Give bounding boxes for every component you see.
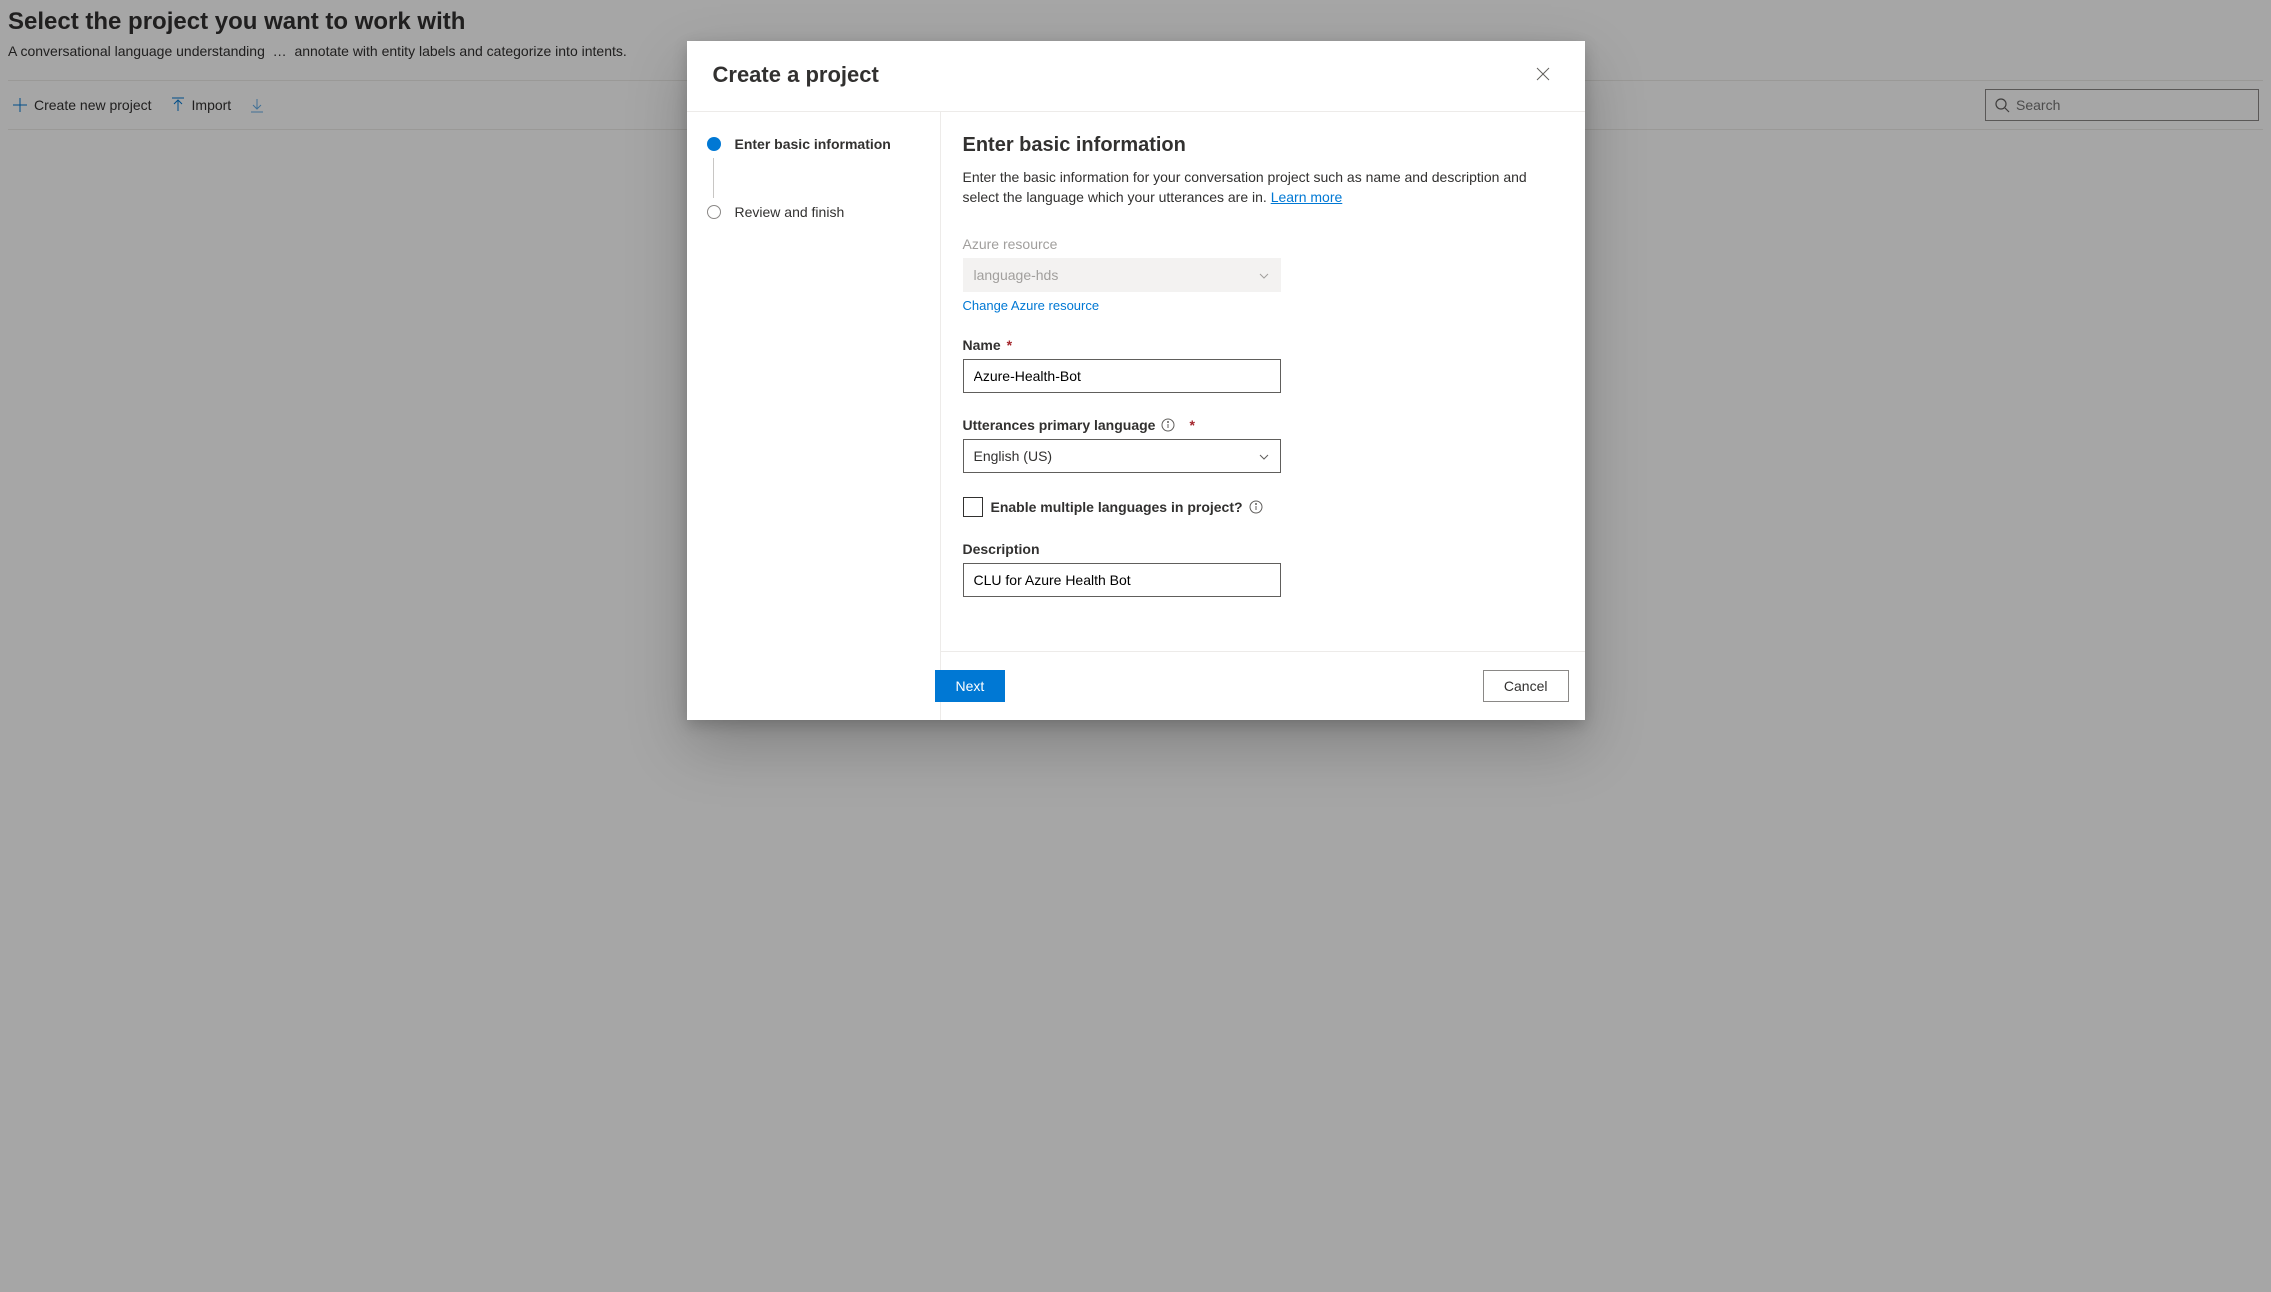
language-select[interactable]: English (US): [963, 439, 1281, 473]
azure-resource-select: language-hds: [963, 258, 1281, 292]
step-review[interactable]: Review and finish: [707, 204, 920, 220]
required-asterisk: *: [1007, 337, 1012, 353]
dialog-body: Enter basic information Review and finis…: [687, 111, 1585, 720]
form-scroll: Enter basic information Enter the basic …: [941, 112, 1585, 651]
multi-language-label-text: Enable multiple languages in project?: [991, 499, 1243, 515]
language-label-text: Utterances primary language: [963, 417, 1156, 433]
form-area: Enter basic information Enter the basic …: [941, 112, 1585, 720]
info-icon[interactable]: [1161, 418, 1175, 432]
step-connector: [713, 158, 714, 198]
name-input[interactable]: [974, 360, 1270, 392]
name-label-text: Name: [963, 337, 1001, 353]
next-button[interactable]: Next: [935, 670, 1006, 702]
step-enter-basic-label: Enter basic information: [735, 136, 891, 152]
azure-resource-label: Azure resource: [963, 236, 1281, 252]
modal-overlay: Create a project Enter basic information…: [0, 0, 2271, 1292]
create-project-dialog: Create a project Enter basic information…: [687, 41, 1585, 720]
learn-more-link[interactable]: Learn more: [1271, 189, 1343, 205]
azure-resource-group: Azure resource language-hds Change Azure…: [963, 236, 1281, 313]
dialog-title: Create a project: [713, 62, 879, 88]
step-dot-inactive-icon: [707, 205, 721, 219]
description-group: Description: [963, 541, 1281, 597]
name-label: Name *: [963, 337, 1281, 353]
chevron-down-icon: [1258, 269, 1270, 281]
close-button[interactable]: [1527, 59, 1559, 91]
info-icon[interactable]: [1249, 500, 1263, 514]
language-group: Utterances primary language * English (U…: [963, 417, 1281, 473]
multi-language-checkbox[interactable]: [963, 497, 983, 517]
name-input-wrap: [963, 359, 1281, 393]
required-asterisk: *: [1189, 417, 1194, 433]
name-group: Name *: [963, 337, 1281, 393]
wizard-steps: Enter basic information Review and finis…: [687, 112, 941, 720]
form-heading: Enter basic information: [963, 134, 1563, 157]
azure-resource-value: language-hds: [974, 267, 1059, 283]
language-label: Utterances primary language *: [963, 417, 1281, 433]
step-review-label: Review and finish: [735, 204, 845, 220]
form-intro-text: Enter the basic information for your con…: [963, 169, 1527, 205]
chevron-down-icon: [1258, 450, 1270, 462]
description-input[interactable]: [974, 564, 1270, 596]
description-input-wrap: [963, 563, 1281, 597]
description-label: Description: [963, 541, 1281, 557]
multi-language-label: Enable multiple languages in project?: [991, 499, 1263, 515]
change-azure-resource-link[interactable]: Change Azure resource: [963, 298, 1100, 313]
step-dot-active-icon: [707, 137, 721, 151]
step-enter-basic[interactable]: Enter basic information: [707, 136, 920, 152]
language-value: English (US): [974, 448, 1053, 464]
form-intro: Enter the basic information for your con…: [963, 167, 1563, 208]
dialog-footer: Next Cancel: [941, 651, 1585, 720]
cancel-button[interactable]: Cancel: [1483, 670, 1569, 702]
dialog-header: Create a project: [687, 41, 1585, 111]
close-icon: [1536, 67, 1550, 84]
multi-language-row: Enable multiple languages in project?: [963, 497, 1563, 517]
